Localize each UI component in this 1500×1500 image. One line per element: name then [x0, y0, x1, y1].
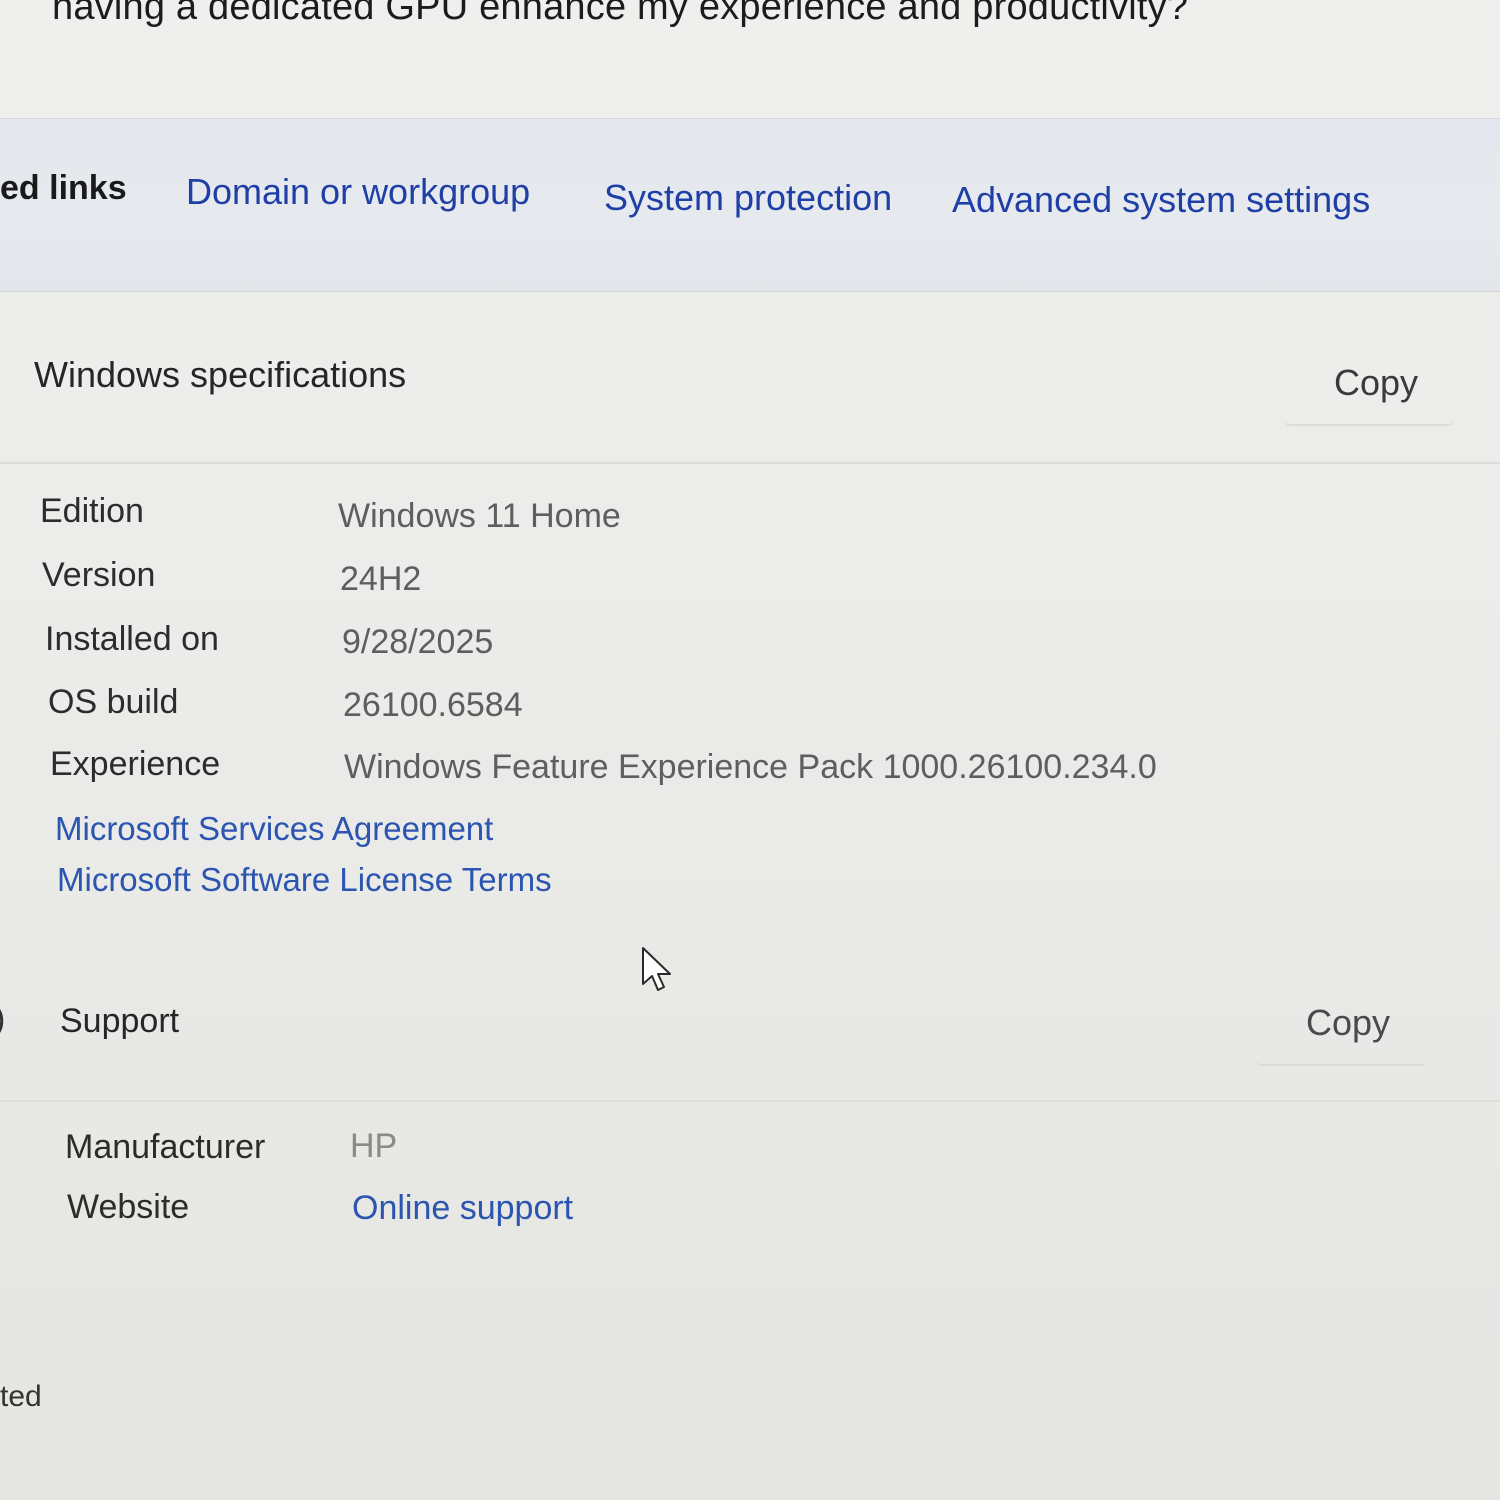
divider	[0, 462, 1500, 464]
copy-button-label: Copy	[1305, 1002, 1390, 1043]
installed-on-value: 9/28/2025	[342, 623, 494, 661]
microsoft-services-agreement-link[interactable]: Microsoft Services Agreement	[55, 810, 493, 848]
advanced-system-settings-link[interactable]: Advanced system settings	[952, 179, 1370, 221]
divider	[0, 1100, 1500, 1102]
system-protection-link[interactable]: System protection	[604, 177, 892, 219]
website-label: Website	[67, 1188, 190, 1226]
online-support-link[interactable]: Online support	[352, 1189, 573, 1228]
manufacturer-value: HP	[350, 1127, 398, 1165]
version-label: Version	[42, 556, 156, 594]
related-links-bar: ed links Domain or workgroup System prot…	[0, 118, 1500, 292]
windows-specs-copy-button[interactable]: Copy	[1284, 344, 1454, 426]
support-icon: )	[0, 1000, 5, 1039]
mouse-pointer-icon	[640, 946, 674, 999]
settings-about-screen: having a dedicated GPU enhance my experi…	[0, 0, 1500, 1500]
installed-on-label: Installed on	[45, 620, 219, 658]
edition-label: Edition	[40, 492, 144, 530]
dedicated-gpu-question-text: having a dedicated GPU enhance my experi…	[52, 0, 1189, 28]
support-title: Support	[60, 1002, 180, 1040]
microsoft-software-license-terms-link[interactable]: Microsoft Software License Terms	[57, 861, 552, 899]
os-build-value: 26100.6584	[343, 686, 523, 724]
experience-value: Windows Feature Experience Pack 1000.261…	[344, 748, 1157, 786]
windows-specifications-title: Windows specifications	[34, 354, 407, 395]
experience-label: Experience	[50, 745, 221, 783]
truncated-footer-text: ted	[0, 1380, 42, 1413]
manufacturer-label: Manufacturer	[65, 1128, 266, 1166]
version-value: 24H2	[340, 560, 422, 598]
related-links-label: ed links	[0, 169, 127, 207]
support-copy-button[interactable]: Copy	[1256, 984, 1426, 1066]
domain-or-workgroup-link[interactable]: Domain or workgroup	[186, 171, 530, 213]
os-build-label: OS build	[48, 683, 179, 721]
edition-value: Windows 11 Home	[338, 497, 621, 535]
copy-button-label: Copy	[1333, 362, 1418, 403]
